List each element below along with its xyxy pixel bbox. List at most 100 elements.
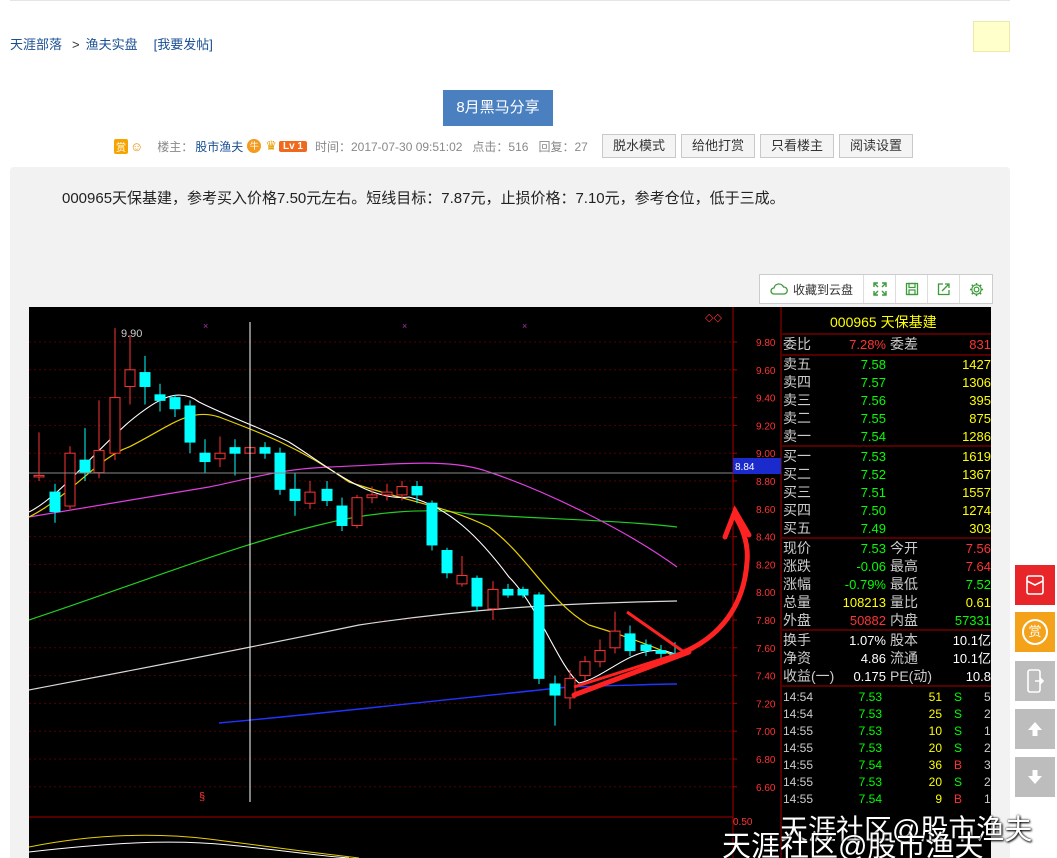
tick-price: 7.53 — [859, 690, 883, 704]
smile-icon: ☺ — [130, 138, 144, 154]
share-icon[interactable] — [928, 275, 961, 303]
axis-tick-label: 7.20 — [756, 699, 776, 710]
weibi-label: 委比 — [783, 336, 811, 352]
tick-count: 2 — [984, 741, 991, 755]
fullscreen-icon[interactable] — [864, 275, 897, 303]
order-volume: 1286 — [962, 429, 991, 444]
order-volume: 1557 — [962, 485, 991, 500]
breadcrumb-board-link[interactable]: 渔夫实盘 — [86, 37, 138, 52]
reply-count: 回复：27 — [538, 139, 588, 154]
candle-body — [655, 650, 667, 654]
tick-side: S — [954, 775, 962, 789]
candle-body — [471, 577, 483, 607]
tick-price: 7.53 — [859, 724, 883, 738]
order-level-label: 卖一 — [783, 428, 811, 444]
reward-side-button[interactable]: 赏 — [1015, 612, 1055, 652]
tick-side: B — [954, 792, 962, 806]
tick-count: 1 — [984, 724, 991, 738]
order-level-label: 买四 — [783, 502, 811, 518]
fund-label: 股本 — [890, 632, 918, 648]
candle-body — [533, 594, 545, 679]
current-price-tag: 8.84 — [735, 462, 755, 473]
candle-body — [456, 575, 468, 585]
niu-badge-icon: 牛 — [247, 139, 262, 153]
quote-label: 最低 — [890, 576, 918, 592]
candle-body — [229, 447, 241, 454]
candle-body — [441, 550, 453, 574]
only-host-button[interactable]: 只看楼主 — [760, 134, 834, 158]
author-link[interactable]: 股市渔夫 — [195, 138, 243, 155]
post-body: 000965天保基建，参考买入价格7.50元左右。短线目标：7.87元，止损价格… — [62, 190, 785, 207]
phone-icon — [1027, 669, 1044, 693]
tick-time: 14:54 — [783, 707, 813, 721]
tick-count: 2 — [984, 707, 991, 721]
red-envelope-icon — [1026, 575, 1044, 595]
quote-panel: 000965 天保基建委比 7.28% 委差 831 卖五 7.58 1427 卖四 7.57 1… — [782, 314, 991, 806]
scroll-bottom-button[interactable] — [1015, 757, 1055, 797]
order-price: 7.52 — [861, 467, 886, 482]
tick-price: 7.54 — [859, 758, 883, 772]
reward-badge-icon[interactable]: 赏 — [114, 138, 128, 154]
quote-label: 内盘 — [890, 612, 918, 628]
top-divider — [10, 0, 1010, 1]
new-post-link[interactable]: [我要发帖] — [154, 37, 213, 52]
tick-count: 3 — [984, 758, 991, 772]
candle-body — [124, 369, 136, 387]
quote-label: 总量 — [783, 594, 811, 610]
tick-side: S — [954, 707, 962, 721]
fund-label: PE(动) — [890, 668, 932, 684]
candle-body — [381, 491, 393, 496]
tick-volume: 20 — [929, 741, 943, 755]
quote-value: 7.52 — [966, 577, 991, 592]
order-volume: 875 — [969, 411, 991, 426]
order-level-label: 买一 — [783, 448, 811, 464]
post-title: 8月黑马分享 — [443, 90, 553, 126]
cloud-icon — [770, 283, 788, 295]
stock-header: 000965 天保基建 — [830, 314, 937, 330]
save-disk-icon[interactable] — [896, 275, 929, 303]
settings-gear-icon[interactable] — [960, 275, 992, 303]
order-volume: 303 — [969, 521, 991, 536]
note-box[interactable] — [973, 21, 1010, 52]
tick-price: 7.54 — [859, 792, 883, 806]
candle-body — [640, 644, 652, 652]
candle-body — [49, 491, 61, 513]
candle-body — [396, 486, 408, 496]
read-settings-button[interactable]: 阅读设置 — [839, 134, 913, 158]
fund-value: 1.07% — [849, 633, 886, 648]
breadcrumb-site-link[interactable]: 天涯部落 — [10, 37, 62, 52]
tip-author-button[interactable]: 给他打赏 — [681, 134, 755, 158]
scroll-top-button[interactable] — [1015, 709, 1055, 749]
tick-side: B — [954, 758, 962, 772]
order-level-label: 买二 — [783, 466, 811, 482]
breadcrumb-separator: > — [72, 37, 80, 52]
candle-body — [609, 630, 621, 649]
candle-body — [517, 588, 529, 596]
candle-body — [549, 683, 561, 696]
order-price: 7.49 — [861, 521, 886, 536]
axis-tick-label: 7.60 — [756, 644, 776, 655]
red-envelope-button[interactable] — [1015, 565, 1055, 605]
weidiff-value: 831 — [969, 337, 991, 352]
tick-count: 2 — [984, 775, 991, 789]
candle-body — [304, 491, 316, 504]
tick-volume: 36 — [929, 758, 943, 772]
candle-body — [366, 494, 378, 499]
axis-tick-label: 6.80 — [756, 755, 776, 766]
tick-volume: 9 — [935, 792, 942, 806]
dewater-mode-button[interactable]: 脱水模式 — [602, 134, 676, 158]
save-to-cloud-button[interactable]: 收藏到云盘 — [760, 275, 865, 303]
host-label: 楼主： — [157, 139, 194, 154]
candle-body — [93, 449, 105, 474]
quote-label: 外盘 — [783, 612, 811, 628]
fund-value: 10.8 — [966, 669, 991, 684]
order-volume: 1306 — [962, 375, 991, 390]
candle-body — [487, 588, 499, 610]
arrow-down-icon — [1028, 770, 1042, 784]
mobile-view-button[interactable] — [1015, 661, 1055, 701]
post-time: 时间：2017-07-30 09:51:02 — [314, 139, 463, 154]
order-volume: 1427 — [962, 357, 991, 372]
order-volume: 395 — [969, 393, 991, 408]
x-marker: × — [203, 321, 208, 331]
order-price: 7.55 — [861, 411, 886, 426]
